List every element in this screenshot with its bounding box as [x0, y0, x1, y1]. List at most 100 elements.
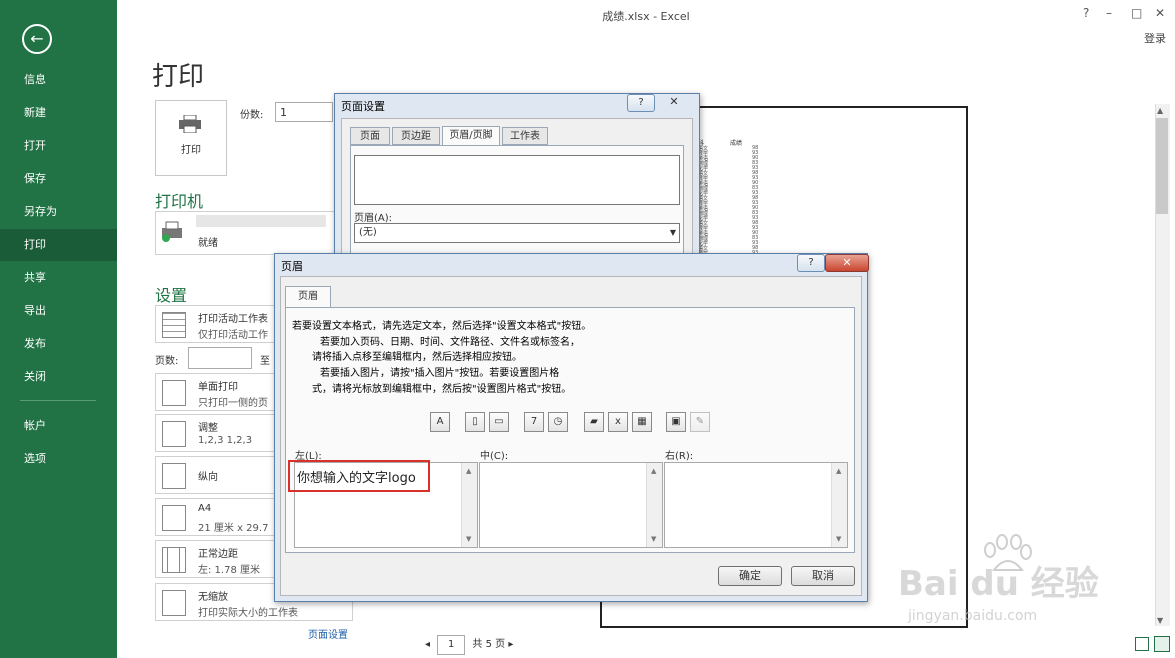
dialog-title: 页面设置	[341, 100, 385, 113]
pages-from-input[interactable]	[188, 347, 252, 369]
preview-scroll-thumb[interactable]	[1156, 118, 1168, 214]
nav-item-close[interactable]: 关闭	[0, 361, 117, 393]
insert-date-icon[interactable]: 7	[524, 412, 544, 432]
page-setup-dialog: 页面设置 ? ✕ 页面 页边距 页眉/页脚 工作表 页眉(A): (无) ▼	[334, 93, 700, 266]
insert-time-icon[interactable]: ◷	[548, 412, 568, 432]
scroll-down-icon[interactable]: ▼	[836, 535, 841, 543]
setting-subtitle: 仅打印活动工作	[198, 330, 268, 341]
printer-device-icon	[162, 221, 182, 242]
scroll-down-icon[interactable]: ▼	[1157, 616, 1163, 625]
insert-file-name-icon[interactable]: x	[608, 412, 628, 432]
print-button[interactable]: 打印	[155, 100, 227, 176]
header-select-value: (无)	[359, 227, 377, 238]
help-icon[interactable]: ?	[1083, 6, 1089, 20]
paper-icon	[162, 505, 186, 531]
scroll-up-icon[interactable]: ▲	[466, 467, 471, 475]
next-page-icon[interactable]: ▸	[508, 639, 513, 650]
setting-title: 单面打印	[198, 382, 238, 393]
cancel-button[interactable]: 取消	[791, 566, 855, 586]
nav-item-save-as[interactable]: 另存为	[0, 196, 117, 228]
insert-picture-icon[interactable]: ▣	[666, 412, 686, 432]
nav-item-save[interactable]: 保存	[0, 163, 117, 195]
ok-button[interactable]: 确定	[718, 566, 782, 586]
setting-title: 纵向	[198, 472, 218, 483]
nav-item-new[interactable]: 新建	[0, 97, 117, 129]
copies-input[interactable]: 1	[275, 102, 333, 122]
header-label: 页眉(A):	[354, 213, 393, 224]
tab-header[interactable]: 页眉	[285, 286, 331, 308]
printer-section-title: 打印机	[155, 192, 204, 211]
scroll-up-icon[interactable]: ▲	[836, 467, 841, 475]
scroll-down-icon[interactable]: ▼	[651, 535, 656, 543]
help-button[interactable]: ?	[627, 94, 655, 112]
page-setup-link[interactable]: 页面设置	[308, 626, 348, 641]
maximize-button[interactable]: □	[1131, 6, 1142, 20]
left-editor-scrollbar[interactable]: ▲ ▼	[461, 463, 477, 547]
login-link[interactable]: 登录	[1144, 30, 1166, 46]
tab-margins[interactable]: 页边距	[392, 127, 440, 145]
preview-col-header: 成绩	[730, 140, 743, 147]
nav-item-share[interactable]: 共享	[0, 262, 117, 294]
setting-subtitle: 21 厘米 x 29.7	[198, 523, 269, 534]
setting-title: A4	[198, 503, 212, 514]
setting-title: 正常边距	[198, 549, 238, 560]
minimize-button[interactable]: –	[1106, 6, 1112, 20]
nav-item-info[interactable]: 信息	[0, 64, 117, 96]
setting-title: 打印活动工作表	[198, 314, 268, 325]
setting-subtitle: 1,2,3 1,2,3	[198, 435, 253, 446]
collate-icon	[162, 421, 186, 447]
printer-icon	[179, 115, 201, 133]
left-section-text[interactable]: 你想输入的文字logo	[297, 467, 416, 486]
back-arrow-icon[interactable]: ←	[22, 24, 52, 54]
close-button[interactable]: ✕	[825, 254, 869, 272]
portrait-icon	[162, 463, 186, 489]
close-button[interactable]: ✕	[661, 94, 687, 110]
center-editor-scrollbar[interactable]: ▲ ▼	[646, 463, 662, 547]
copies-label: 份数:	[240, 110, 264, 121]
scaling-icon	[162, 590, 186, 616]
center-section-editor[interactable]: ▲ ▼	[479, 462, 663, 548]
chevron-down-icon: ▼	[669, 228, 676, 237]
watermark-brand: Bai du 经验	[898, 564, 1099, 604]
scroll-up-icon[interactable]: ▲	[1157, 106, 1163, 115]
insert-page-number-icon[interactable]: ▯	[465, 412, 485, 432]
nav-item-print[interactable]: 打印	[0, 229, 117, 261]
close-window-button[interactable]: ✕	[1155, 6, 1165, 20]
zoom-to-page-icon[interactable]	[1154, 636, 1170, 652]
scroll-up-icon[interactable]: ▲	[651, 467, 656, 475]
setting-subtitle: 打印实际大小的工作表	[198, 608, 298, 619]
tab-page[interactable]: 页面	[350, 127, 390, 145]
total-pages: 共 5 页	[472, 639, 506, 650]
instruction-line: 若要插入图片，请按"插入图片"按钮。若要设置图片格	[320, 368, 560, 379]
setting-title: 调整	[198, 423, 218, 434]
print-button-label: 打印	[181, 145, 201, 156]
nav-divider	[20, 400, 96, 401]
insert-page-count-icon[interactable]: ▭	[489, 412, 509, 432]
nav-item-publish[interactable]: 发布	[0, 328, 117, 360]
prev-page-icon[interactable]: ◂	[425, 639, 430, 650]
setting-title: 无缩放	[198, 592, 228, 603]
format-picture-icon[interactable]: ✎	[690, 412, 710, 432]
nav-item-options[interactable]: 选项	[0, 443, 117, 475]
format-text-icon[interactable]: A	[430, 412, 450, 432]
current-page-input[interactable]: 1	[437, 635, 466, 655]
printer-selector[interactable]: 就绪	[155, 211, 337, 255]
nav-item-open[interactable]: 打开	[0, 130, 117, 162]
printer-status: 就绪	[198, 238, 218, 249]
show-margins-icon[interactable]	[1135, 637, 1149, 651]
scroll-down-icon[interactable]: ▼	[466, 535, 471, 543]
header-select[interactable]: (无) ▼	[354, 223, 680, 243]
one-sided-icon	[162, 380, 186, 406]
setting-subtitle: 左: 1.78 厘米	[198, 565, 260, 576]
right-editor-scrollbar[interactable]: ▲ ▼	[831, 463, 847, 547]
nav-item-account[interactable]: 帐户	[0, 410, 117, 442]
insert-file-path-icon[interactable]: ▰	[584, 412, 604, 432]
page-title: 打印	[152, 62, 205, 92]
tab-header-footer[interactable]: 页眉/页脚	[442, 126, 500, 146]
help-button[interactable]: ?	[797, 254, 825, 272]
tab-sheet[interactable]: 工作表	[502, 127, 548, 145]
right-section-editor[interactable]: ▲ ▼	[664, 462, 848, 548]
nav-item-export[interactable]: 导出	[0, 295, 117, 327]
watermark-url: jingyan.baidu.com	[908, 608, 1038, 624]
insert-sheet-name-icon[interactable]: ▦	[632, 412, 652, 432]
